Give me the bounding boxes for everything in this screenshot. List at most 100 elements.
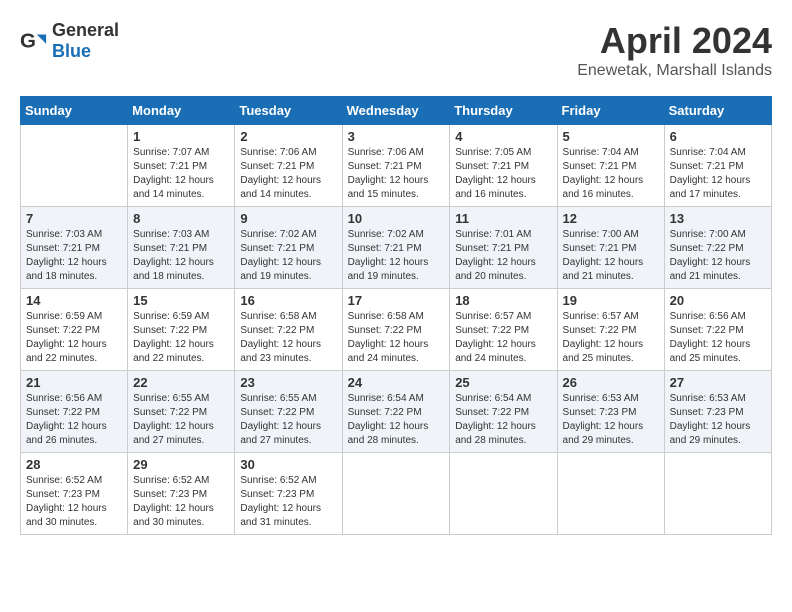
header-day-saturday: Saturday <box>664 97 771 125</box>
day-number: 14 <box>26 293 122 308</box>
day-number: 16 <box>240 293 336 308</box>
day-detail: Sunrise: 7:03 AMSunset: 7:21 PMDaylight:… <box>26 228 122 284</box>
calendar-cell: 25Sunrise: 6:54 AMSunset: 7:22 PMDayligh… <box>450 371 557 453</box>
calendar-cell: 3 Sunrise: 7:06 AMSunset: 7:21 PMDaylight… <box>342 125 450 207</box>
day-number: 3 <box>348 129 445 144</box>
calendar-cell: 15 Sunrise: 6:59 AMSunset: 7:22 PMDayligh… <box>128 289 235 371</box>
day-detail: Sunrise: 6:58 AMSunset: 7:22 PMDaylight:… <box>240 310 336 366</box>
calendar-cell: 21Sunrise: 6:56 AMSunset: 7:22 PMDayligh… <box>21 371 128 453</box>
day-number: 11 <box>455 211 551 226</box>
header-day-thursday: Thursday <box>450 97 557 125</box>
day-number: 22 <box>133 375 229 390</box>
day-number: 27 <box>670 375 766 390</box>
header-day-tuesday: Tuesday <box>235 97 342 125</box>
day-number: 13 <box>670 211 766 226</box>
day-detail: Sunrise: 7:06 AMSunset: 7:21 PMDaylight:… <box>348 146 445 202</box>
day-number: 6 <box>670 129 766 144</box>
calendar-cell <box>450 453 557 535</box>
header-day-friday: Friday <box>557 97 664 125</box>
day-detail: Sunrise: 7:02 AMSunset: 7:21 PMDaylight:… <box>348 228 445 284</box>
calendar-cell: 13 Sunrise: 7:00 AMSunset: 7:22 PMDayligh… <box>664 207 771 289</box>
calendar-cell: 19Sunrise: 6:57 AMSunset: 7:22 PMDayligh… <box>557 289 664 371</box>
calendar-cell: 30 Sunrise: 6:52 AMSunset: 7:23 PMDayligh… <box>235 453 342 535</box>
calendar-cell: 27Sunrise: 6:53 AMSunset: 7:23 PMDayligh… <box>664 371 771 453</box>
calendar-week-row: 21Sunrise: 6:56 AMSunset: 7:22 PMDayligh… <box>21 371 772 453</box>
day-number: 1 <box>133 129 229 144</box>
day-detail: Sunrise: 6:54 AMSunset: 7:22 PMDaylight:… <box>348 392 445 448</box>
calendar-week-row: 7 Sunrise: 7:03 AMSunset: 7:21 PMDaylight… <box>21 207 772 289</box>
logo: G General Blue <box>20 20 119 62</box>
calendar-cell: 22Sunrise: 6:55 AMSunset: 7:22 PMDayligh… <box>128 371 235 453</box>
calendar-cell <box>342 453 450 535</box>
svg-text:G: G <box>20 30 36 53</box>
day-detail: Sunrise: 6:52 AMSunset: 7:23 PMDaylight:… <box>240 474 336 530</box>
calendar-cell <box>557 453 664 535</box>
day-detail: Sunrise: 6:59 AMSunset: 7:22 PMDaylight:… <box>133 310 229 366</box>
day-number: 7 <box>26 211 122 226</box>
day-detail: Sunrise: 7:05 AMSunset: 7:21 PMDaylight:… <box>455 146 551 202</box>
month-title: April 2024 <box>577 20 772 62</box>
calendar-cell: 2Sunrise: 7:06 AMSunset: 7:21 PMDaylight… <box>235 125 342 207</box>
logo-icon: G <box>20 27 48 55</box>
calendar-week-row: 28 Sunrise: 6:52 AMSunset: 7:23 PMDayligh… <box>21 453 772 535</box>
day-number: 20 <box>670 293 766 308</box>
day-detail: Sunrise: 7:04 AMSunset: 7:21 PMDaylight:… <box>563 146 659 202</box>
calendar-week-row: 14 Sunrise: 6:59 AMSunset: 7:22 PMDayligh… <box>21 289 772 371</box>
day-detail: Sunrise: 6:53 AMSunset: 7:23 PMDaylight:… <box>563 392 659 448</box>
day-detail: Sunrise: 7:02 AMSunset: 7:21 PMDaylight:… <box>240 228 336 284</box>
day-detail: Sunrise: 6:58 AMSunset: 7:22 PMDaylight:… <box>348 310 445 366</box>
calendar-table: SundayMondayTuesdayWednesdayThursdayFrid… <box>20 96 772 535</box>
day-number: 4 <box>455 129 551 144</box>
day-number: 5 <box>563 129 659 144</box>
calendar-cell: 10 Sunrise: 7:02 AMSunset: 7:21 PMDayligh… <box>342 207 450 289</box>
day-detail: Sunrise: 7:03 AMSunset: 7:21 PMDaylight:… <box>133 228 229 284</box>
header-day-sunday: Sunday <box>21 97 128 125</box>
day-number: 9 <box>240 211 336 226</box>
day-detail: Sunrise: 6:54 AMSunset: 7:22 PMDaylight:… <box>455 392 551 448</box>
calendar-cell: 20Sunrise: 6:56 AMSunset: 7:22 PMDayligh… <box>664 289 771 371</box>
day-number: 12 <box>563 211 659 226</box>
location-title: Enewetak, Marshall Islands <box>577 62 772 80</box>
day-detail: Sunrise: 7:01 AMSunset: 7:21 PMDaylight:… <box>455 228 551 284</box>
calendar-cell: 8 Sunrise: 7:03 AMSunset: 7:21 PMDaylight… <box>128 207 235 289</box>
calendar-cell: 18 Sunrise: 6:57 AMSunset: 7:22 PMDayligh… <box>450 289 557 371</box>
header-day-monday: Monday <box>128 97 235 125</box>
day-detail: Sunrise: 6:56 AMSunset: 7:22 PMDaylight:… <box>26 392 122 448</box>
day-number: 8 <box>133 211 229 226</box>
calendar-cell: 11 Sunrise: 7:01 AMSunset: 7:21 PMDayligh… <box>450 207 557 289</box>
title-block: April 2024 Enewetak, Marshall Islands <box>577 20 772 80</box>
calendar-cell: 28 Sunrise: 6:52 AMSunset: 7:23 PMDayligh… <box>21 453 128 535</box>
calendar-cell: 23Sunrise: 6:55 AMSunset: 7:22 PMDayligh… <box>235 371 342 453</box>
page-header: G General Blue April 2024 Enewetak, Mars… <box>20 20 772 80</box>
calendar-week-row: 1 Sunrise: 7:07 AMSunset: 7:21 PMDaylight… <box>21 125 772 207</box>
calendar-cell: 5 Sunrise: 7:04 AMSunset: 7:21 PMDaylight… <box>557 125 664 207</box>
day-number: 28 <box>26 457 122 472</box>
day-detail: Sunrise: 7:04 AMSunset: 7:21 PMDaylight:… <box>670 146 766 202</box>
day-number: 30 <box>240 457 336 472</box>
day-detail: Sunrise: 6:52 AMSunset: 7:23 PMDaylight:… <box>133 474 229 530</box>
calendar-cell: 17 Sunrise: 6:58 AMSunset: 7:22 PMDayligh… <box>342 289 450 371</box>
day-detail: Sunrise: 7:00 AMSunset: 7:21 PMDaylight:… <box>563 228 659 284</box>
day-detail: Sunrise: 6:57 AMSunset: 7:22 PMDaylight:… <box>455 310 551 366</box>
calendar-cell <box>21 125 128 207</box>
day-detail: Sunrise: 7:06 AMSunset: 7:21 PMDaylight:… <box>240 146 336 202</box>
calendar-cell: 9 Sunrise: 7:02 AMSunset: 7:21 PMDaylight… <box>235 207 342 289</box>
day-number: 26 <box>563 375 659 390</box>
day-detail: Sunrise: 6:52 AMSunset: 7:23 PMDaylight:… <box>26 474 122 530</box>
calendar-cell: 14 Sunrise: 6:59 AMSunset: 7:22 PMDayligh… <box>21 289 128 371</box>
day-number: 18 <box>455 293 551 308</box>
day-detail: Sunrise: 7:07 AMSunset: 7:21 PMDaylight:… <box>133 146 229 202</box>
day-number: 10 <box>348 211 445 226</box>
day-detail: Sunrise: 6:59 AMSunset: 7:22 PMDaylight:… <box>26 310 122 366</box>
day-detail: Sunrise: 7:00 AMSunset: 7:22 PMDaylight:… <box>670 228 766 284</box>
logo-general-text: General <box>52 20 119 40</box>
calendar-cell <box>664 453 771 535</box>
day-number: 17 <box>348 293 445 308</box>
day-number: 24 <box>348 375 445 390</box>
calendar-cell: 1 Sunrise: 7:07 AMSunset: 7:21 PMDaylight… <box>128 125 235 207</box>
calendar-cell: 4 Sunrise: 7:05 AMSunset: 7:21 PMDaylight… <box>450 125 557 207</box>
header-day-wednesday: Wednesday <box>342 97 450 125</box>
calendar-cell: 29Sunrise: 6:52 AMSunset: 7:23 PMDayligh… <box>128 453 235 535</box>
day-detail: Sunrise: 6:55 AMSunset: 7:22 PMDaylight:… <box>240 392 336 448</box>
day-number: 15 <box>133 293 229 308</box>
